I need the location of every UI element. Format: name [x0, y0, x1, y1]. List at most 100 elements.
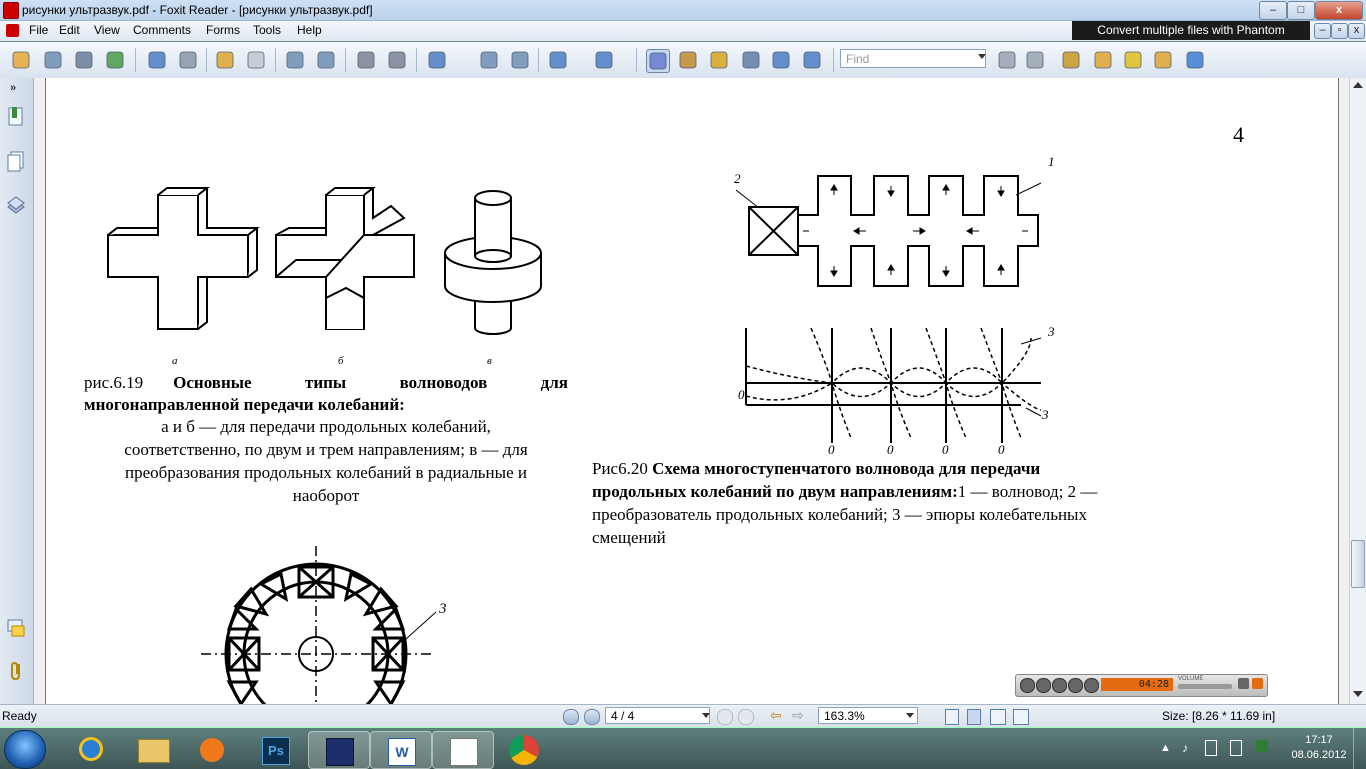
go-back-icon[interactable]: ⇦	[770, 707, 782, 724]
single-page-icon[interactable]	[945, 709, 959, 725]
last-page-icon[interactable]	[738, 709, 754, 725]
print-icon[interactable]	[73, 49, 95, 71]
close-button[interactable]: x	[1315, 1, 1363, 20]
pointer-icon[interactable]	[708, 49, 730, 71]
media-player-widget[interactable]: 04:28 VOLUME	[1015, 674, 1268, 697]
fit-width-icon[interactable]	[509, 49, 531, 71]
player-stop-icon[interactable]	[1052, 678, 1067, 693]
menu-view[interactable]: View	[94, 23, 120, 37]
continuous-icon[interactable]	[967, 709, 981, 725]
taskbar-photoshop[interactable]: Ps	[245, 731, 305, 767]
fig-6-19-caption-body-3: преобразования продольных колебаний в ра…	[125, 463, 527, 482]
attachments-icon[interactable]	[6, 660, 26, 682]
pages-icon[interactable]	[6, 151, 26, 173]
scroll-up-icon[interactable]	[1353, 82, 1363, 88]
taskbar-foxit[interactable]	[432, 731, 494, 769]
open-icon[interactable]	[10, 49, 32, 71]
taskbar-save-app[interactable]	[308, 731, 370, 769]
taskbar-media-player[interactable]	[183, 731, 243, 767]
player-volume-slider[interactable]	[1178, 684, 1232, 689]
tray-app-icon[interactable]	[1256, 740, 1268, 752]
go-forward-icon[interactable]: ⇨	[792, 707, 804, 724]
taskbar-internet-explorer[interactable]	[62, 731, 122, 767]
scrollbar-thumb[interactable]	[1351, 540, 1365, 588]
vertical-scrollbar[interactable]	[1349, 78, 1366, 704]
zoom-dropdown-icon[interactable]	[906, 713, 914, 718]
expand-sidebar-icon[interactable]: »	[10, 82, 16, 94]
insert-icon[interactable]	[315, 49, 337, 71]
facing-icon[interactable]	[990, 709, 1006, 725]
doc-minimize-button[interactable]: –	[1314, 23, 1331, 39]
zoom-out-icon[interactable]	[547, 49, 569, 71]
find-input[interactable]: Find	[840, 49, 986, 68]
zoom-in-icon[interactable]	[593, 49, 615, 71]
select-text-icon[interactable]	[677, 49, 699, 71]
layers-icon[interactable]	[6, 195, 26, 217]
menu-comments[interactable]: Comments	[133, 23, 191, 37]
pencil-icon[interactable]	[1060, 49, 1082, 71]
prev-page-icon[interactable]	[584, 709, 600, 725]
fig-6-20-caption-line3: преобразователь продольных колебаний; 3 …	[592, 505, 1087, 524]
player-next-icon[interactable]	[1084, 678, 1099, 693]
textbox-icon[interactable]	[1122, 49, 1144, 71]
tray-show-hidden-icon[interactable]: ▲	[1160, 742, 1171, 754]
prev-result-icon[interactable]	[996, 49, 1018, 71]
minimize-button[interactable]: –	[1259, 1, 1287, 20]
fig-6-20-drawing	[735, 175, 1042, 443]
tray-network-icon[interactable]	[1205, 740, 1217, 756]
snapshot-icon[interactable]	[801, 49, 823, 71]
page-number-input[interactable]: 4 / 4	[605, 707, 710, 724]
find-icon[interactable]	[740, 49, 762, 71]
taskbar-file-explorer[interactable]	[124, 731, 184, 767]
taskbar-clock[interactable]: 17:17 08.06.2012	[1282, 733, 1356, 763]
back-icon[interactable]	[214, 49, 236, 71]
typewriter-icon[interactable]	[770, 49, 792, 71]
save-icon[interactable]	[42, 49, 64, 71]
pdf-page[interactable]: 4 а б в рис.6.19 Основные типы волноводо…	[45, 78, 1339, 704]
continuous-facing-icon[interactable]	[1013, 709, 1029, 725]
menu-edit[interactable]: Edit	[59, 23, 80, 37]
undo-icon[interactable]	[355, 49, 377, 71]
fig-6-20-caption-title-2: продольных колебаний по двум направления…	[592, 482, 958, 501]
tray-battery-icon[interactable]	[1230, 740, 1242, 756]
prev-page-icon[interactable]	[146, 49, 168, 71]
player-minimize-icon[interactable]	[1238, 678, 1249, 689]
zoom-icon[interactable]	[426, 49, 448, 71]
player-close-icon[interactable]	[1252, 678, 1263, 689]
page-dropdown-icon[interactable]	[702, 713, 710, 718]
player-prev-icon[interactable]	[1068, 678, 1083, 693]
menu-forms[interactable]: Forms	[206, 23, 240, 37]
tray-volume-icon[interactable]: ♪	[1182, 741, 1188, 755]
find-dropdown-icon[interactable]	[978, 54, 986, 59]
maximize-button[interactable]: □	[1287, 1, 1315, 20]
next-page-icon[interactable]	[177, 49, 199, 71]
arrow-icon[interactable]	[1184, 49, 1206, 71]
redo-icon[interactable]	[386, 49, 408, 71]
fit-page-icon[interactable]	[478, 49, 500, 71]
email-icon[interactable]	[104, 49, 126, 71]
doc-close-button[interactable]: x	[1348, 23, 1365, 39]
doc-restore-button[interactable]: ▫	[1331, 23, 1348, 39]
menu-tools[interactable]: Tools	[253, 23, 281, 37]
document-icon[interactable]	[6, 24, 19, 37]
bookmarks-icon[interactable]	[6, 106, 26, 128]
taskbar-word[interactable]: W	[370, 731, 432, 769]
comment-icon[interactable]	[1152, 49, 1174, 71]
next-result-icon[interactable]	[1024, 49, 1046, 71]
taskbar-chrome[interactable]	[494, 731, 554, 767]
player-play-icon[interactable]	[1020, 678, 1035, 693]
forward-icon[interactable]	[245, 49, 267, 71]
player-pause-icon[interactable]	[1036, 678, 1051, 693]
phantom-banner[interactable]: Convert multiple files with Phantom	[1072, 21, 1310, 40]
note-icon[interactable]	[1092, 49, 1114, 71]
comments-panel-icon[interactable]	[6, 618, 26, 640]
scroll-down-icon[interactable]	[1353, 691, 1363, 697]
menu-file[interactable]: File	[29, 23, 48, 37]
extract-icon[interactable]	[284, 49, 306, 71]
next-page-icon[interactable]	[717, 709, 733, 725]
hand-icon[interactable]	[646, 49, 670, 73]
menu-help[interactable]: Help	[297, 23, 322, 37]
first-page-icon[interactable]	[563, 709, 579, 725]
zoom-input[interactable]: 163.3%	[818, 707, 918, 724]
start-button[interactable]	[4, 730, 46, 769]
